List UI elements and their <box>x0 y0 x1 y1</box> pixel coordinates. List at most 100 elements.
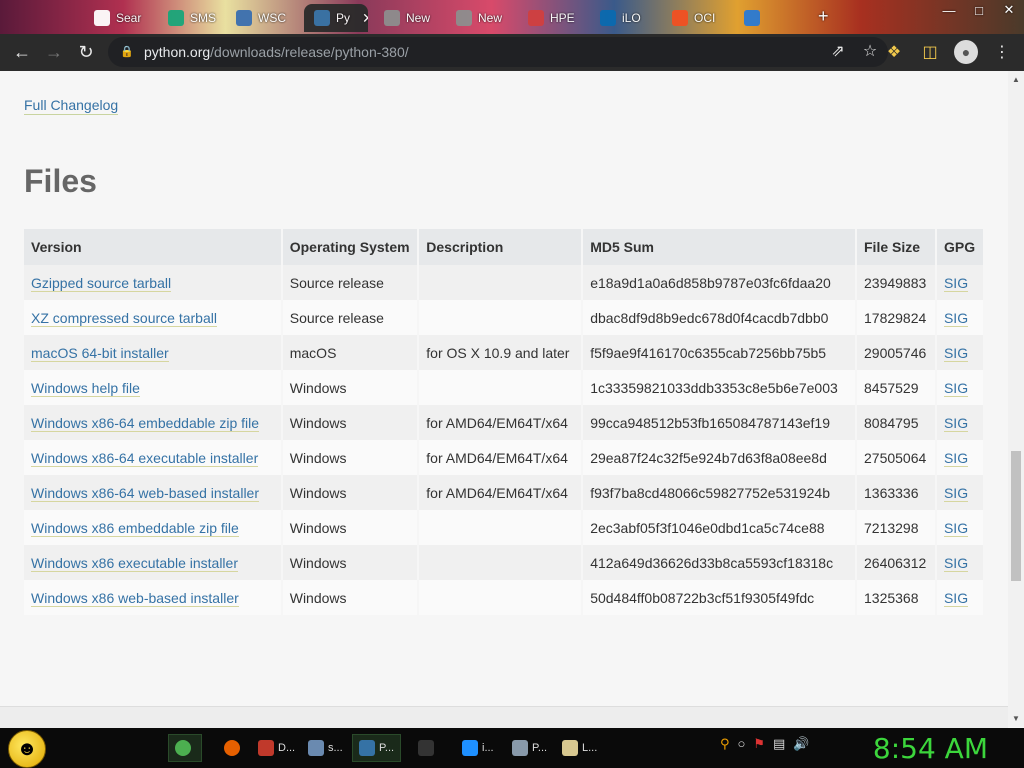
bookmark-star-icon[interactable]: ☆ <box>860 41 880 61</box>
maximize-button[interactable]: □ <box>964 0 994 20</box>
forward-button[interactable]: → <box>38 37 70 69</box>
download-link[interactable]: Gzipped source tarball <box>31 274 172 292</box>
scrollbar-thumb[interactable] <box>1011 451 1021 581</box>
gpg-sig-link[interactable]: SIG <box>943 414 969 432</box>
browser-tab[interactable]: New <box>446 4 516 32</box>
vertical-scrollbar[interactable]: ▲ ▼ <box>1008 71 1024 727</box>
extensions-puzzle-icon[interactable]: ❖ <box>878 36 910 68</box>
download-link[interactable]: Windows help file <box>31 379 140 397</box>
cell-gpg: SIG <box>935 300 986 335</box>
python-icon <box>359 740 375 756</box>
browser-tab[interactable]: OCI <box>662 4 732 32</box>
browser-tab[interactable]: Py ✕ <box>304 4 368 32</box>
download-link[interactable]: XZ compressed source tarball <box>31 309 217 327</box>
download-link[interactable]: Windows x86-64 executable installer <box>31 449 259 467</box>
gpg-sig-link[interactable]: SIG <box>943 519 969 537</box>
cell-description: for OS X 10.9 and later <box>418 335 584 370</box>
download-link[interactable]: Windows x86-64 web-based installer <box>31 484 259 502</box>
scroll-down-arrow-icon[interactable]: ▼ <box>1012 714 1020 723</box>
firefox-icon <box>224 740 240 756</box>
taskbar-item[interactable] <box>412 734 444 762</box>
browser-tab[interactable]: SMS <box>158 4 228 32</box>
cell-operating-system: Windows <box>281 545 420 580</box>
taskbar: ☻ D... s... P... i... P... L... ⚲ ○ ⚑ ▤ 🔊 8:5… <box>0 728 1024 768</box>
share-icon[interactable]: ⇗ <box>828 41 848 61</box>
download-link[interactable]: Windows x86 embeddable zip file <box>31 519 239 537</box>
tab-favicon-icon <box>168 10 184 26</box>
url-text[interactable]: python.org/downloads/release/python-380/ <box>144 44 409 60</box>
page-footer-strip <box>0 706 1008 728</box>
gpg-sig-link[interactable]: SIG <box>943 309 969 327</box>
cell-description <box>418 580 584 615</box>
profile-button[interactable]: ● <box>950 36 982 68</box>
minimize-button[interactable]: — <box>934 0 964 20</box>
cell-gpg: SIG <box>935 440 986 475</box>
gpg-sig-link[interactable]: SIG <box>943 449 969 467</box>
reload-button[interactable]: ↻ <box>70 37 102 69</box>
cell-description-text: for AMD64/EM64T/x64 <box>426 449 568 466</box>
address-bar[interactable]: 🔒 python.org/downloads/release/python-38… <box>108 37 888 67</box>
taskbar-item[interactable]: P... <box>352 734 402 762</box>
tab-favicon-icon <box>528 10 544 26</box>
gpg-sig-link[interactable]: SIG <box>943 554 969 572</box>
full-changelog-link[interactable]: Full Changelog <box>24 97 119 115</box>
network-icon[interactable]: ▤ <box>773 736 785 752</box>
cell-operating-system-text: Windows <box>289 519 347 536</box>
close-tab-icon[interactable]: ✕ <box>362 10 368 27</box>
taskbar-item[interactable]: s... <box>302 734 349 762</box>
cell-gpg: SIG <box>935 580 986 615</box>
scroll-up-arrow-icon[interactable]: ▲ <box>1012 75 1020 84</box>
ie-icon <box>462 740 478 756</box>
download-link[interactable]: Windows x86-64 embeddable zip file <box>31 414 260 432</box>
browser-tab[interactable]: iLO <box>590 4 660 32</box>
close-window-button[interactable]: ✕ <box>994 0 1024 20</box>
tab-label: New <box>478 11 503 25</box>
menu-kebab-icon[interactable]: ⋮ <box>986 36 1018 68</box>
download-link[interactable]: macOS 64-bit installer <box>31 344 169 362</box>
cell-file-size: 29005746 <box>856 335 937 370</box>
download-link[interactable]: Windows x86 executable installer <box>31 554 238 572</box>
taskbar-item[interactable] <box>218 734 250 762</box>
clock[interactable]: 8:54 AM <box>873 732 988 765</box>
terminal-icon <box>418 740 434 756</box>
cell-gpg: SIG <box>935 405 986 440</box>
browser-tab[interactable]: New <box>374 4 444 32</box>
tray-search-icon[interactable]: ⚲ <box>720 736 730 752</box>
volume-icon[interactable]: 🔊 <box>793 736 809 752</box>
cell-operating-system: Windows <box>281 370 420 405</box>
tab-favicon-icon <box>236 10 252 26</box>
taskbar-item[interactable]: D... <box>252 734 301 762</box>
table-row: XZ compressed source tarball Source relea… <box>24 300 986 335</box>
cell-description <box>418 300 584 335</box>
taskbar-item[interactable]: i... <box>456 734 500 762</box>
cell-version: macOS 64-bit installer <box>24 335 283 370</box>
download-link[interactable]: Windows x86 web-based installer <box>31 589 239 607</box>
header-file-size: File Size <box>856 229 937 265</box>
side-panel-icon[interactable]: ◫ <box>914 36 946 68</box>
tray-app-icon[interactable]: ○ <box>738 736 746 752</box>
cell-file-size: 8457529 <box>856 370 937 405</box>
gpg-sig-link[interactable]: SIG <box>943 344 969 362</box>
taskbar-item[interactable]: L... <box>556 734 603 762</box>
cell-description-text: for AMD64/EM64T/x64 <box>426 484 568 501</box>
cell-md5-sum: 29ea87f24c32f5e924b7d63f8a08ee8d <box>582 440 857 475</box>
gpg-sig-link[interactable]: SIG <box>943 484 969 502</box>
taskbar-item[interactable]: P... <box>506 734 553 762</box>
cell-operating-system-text: Windows <box>289 449 347 466</box>
gpg-sig-link[interactable]: SIG <box>943 379 969 397</box>
browser-tab[interactable]: HPE <box>518 4 588 32</box>
table-row: Gzipped source tarball Source release e18a… <box>24 265 986 300</box>
browser-tab[interactable]: WSC <box>226 4 296 32</box>
back-button[interactable]: ← <box>6 37 38 69</box>
new-tab-button[interactable]: + <box>818 6 829 27</box>
cell-file-size-text: 1325368 <box>864 589 919 606</box>
tray-security-icon[interactable]: ⚑ <box>753 736 765 752</box>
cell-md5-sum-text: e18a9d1a0a6d858b9787e03fc6fdaa20 <box>590 274 831 291</box>
browser-tab[interactable] <box>734 4 804 32</box>
gpg-sig-link[interactable]: SIG <box>943 274 969 292</box>
browser-tab[interactable]: Sear <box>84 4 154 32</box>
start-button[interactable]: ☻ <box>8 730 46 768</box>
taskbar-item[interactable] <box>168 734 202 762</box>
gpg-sig-link[interactable]: SIG <box>943 589 969 607</box>
cell-md5-sum: f5f9ae9f416170c6355cab7256bb75b5 <box>582 335 857 370</box>
